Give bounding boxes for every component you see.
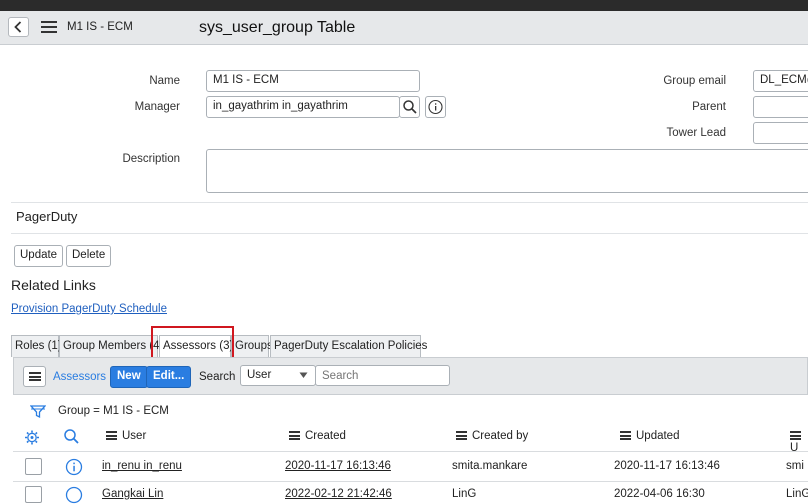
column-menu-icon	[289, 431, 300, 440]
manager-label: Manager	[134, 101, 180, 113]
list-menu-button[interactable]	[23, 366, 46, 387]
form-header: M1 IS - ECM sys_user_group Table	[0, 11, 808, 45]
row-checkbox[interactable]	[25, 458, 42, 475]
chevron-down-icon	[299, 372, 308, 378]
column-header-created[interactable]: Created	[289, 430, 346, 442]
column-header-updated[interactable]: Updated	[620, 430, 679, 442]
column-menu-icon	[620, 431, 631, 440]
row-updated-by: smi	[786, 460, 804, 472]
update-button[interactable]: Update	[14, 245, 64, 267]
manager-field[interactable]: in_gayathrim in_gayathrim	[206, 96, 400, 118]
row-updated: 2020-11-17 16:13:46	[614, 460, 720, 472]
description-field[interactable]	[206, 149, 808, 193]
highlight-box	[151, 326, 234, 359]
parent-field[interactable]	[753, 96, 808, 118]
row-user-link[interactable]: Gangkai Lin	[102, 488, 163, 500]
list-toolbar: Assessors New Edit... Search User	[13, 357, 808, 395]
row-created-link[interactable]: 2022-02-12 21:42:46	[285, 488, 392, 500]
row-divider	[13, 451, 808, 452]
row-updated: 2022-04-06 16:30	[614, 488, 705, 500]
section-divider	[11, 202, 808, 203]
search-label: Search	[199, 371, 236, 383]
name-field[interactable]: M1 IS - ECM	[206, 70, 420, 92]
column-header-user[interactable]: User	[106, 430, 146, 442]
row-created-by: smita.mankare	[452, 460, 528, 472]
tab-group-members[interactable]: Group Members (4)	[59, 335, 163, 357]
group-email-label: Group email	[663, 75, 726, 87]
name-label: Name	[149, 75, 180, 87]
search-icon[interactable]	[63, 428, 80, 445]
info-icon[interactable]	[65, 458, 83, 476]
filter-breadcrumb[interactable]: Group = M1 IS - ECM	[58, 405, 169, 417]
tab-roles[interactable]: Roles (1)	[11, 335, 62, 357]
chevron-left-icon	[14, 21, 22, 33]
parent-label: Parent	[692, 101, 726, 113]
row-created-link[interactable]: 2020-11-17 16:13:46	[285, 460, 391, 472]
column-menu-icon	[790, 431, 801, 440]
provision-pagerduty-link[interactable]: Provision PagerDuty Schedule	[11, 303, 167, 315]
tab-groups[interactable]: Groups	[231, 335, 273, 357]
top-strip	[0, 0, 808, 11]
column-menu-icon	[456, 431, 467, 440]
pagerduty-section-title: PagerDuty	[16, 209, 78, 224]
gear-icon[interactable]	[23, 429, 41, 446]
filter-icon[interactable]	[30, 405, 46, 419]
section-divider	[11, 233, 808, 234]
column-menu-icon	[106, 431, 117, 440]
delete-button[interactable]: Delete	[66, 245, 112, 267]
row-user-link[interactable]: in_renu in_renu	[102, 460, 182, 472]
list-title: Assessors	[53, 371, 107, 383]
new-button[interactable]: New	[110, 366, 148, 388]
edit-button[interactable]: Edit...	[146, 366, 192, 388]
table-title: sys_user_group Table	[199, 19, 356, 36]
tower-lead-field[interactable]	[753, 122, 808, 144]
reference-info-button[interactable]	[425, 96, 446, 118]
row-updated-by: LinG	[786, 488, 808, 500]
search-icon	[403, 100, 417, 114]
menu-icon[interactable]	[41, 21, 57, 33]
info-icon[interactable]	[65, 486, 83, 504]
row-checkbox[interactable]	[25, 486, 42, 503]
lookup-button[interactable]	[399, 96, 420, 118]
search-field-value: User	[247, 369, 272, 381]
record-name: M1 IS - ECM	[67, 21, 133, 33]
group-email-field[interactable]: DL_ECM@m	[753, 70, 808, 92]
list-menu-icon	[29, 372, 41, 381]
search-input[interactable]	[315, 365, 450, 386]
row-created-by: LinG	[452, 488, 477, 500]
info-icon	[428, 99, 443, 115]
related-links-title: Related Links	[11, 277, 96, 293]
back-button[interactable]	[8, 17, 29, 37]
description-label: Description	[122, 153, 180, 165]
search-field-select[interactable]: User	[240, 365, 316, 386]
column-header-created-by[interactable]: Created by	[456, 430, 528, 442]
row-divider	[13, 481, 808, 482]
tower-lead-label: Tower Lead	[666, 127, 726, 139]
tab-pagerduty-escalation-policies[interactable]: PagerDuty Escalation Policies	[270, 335, 427, 357]
